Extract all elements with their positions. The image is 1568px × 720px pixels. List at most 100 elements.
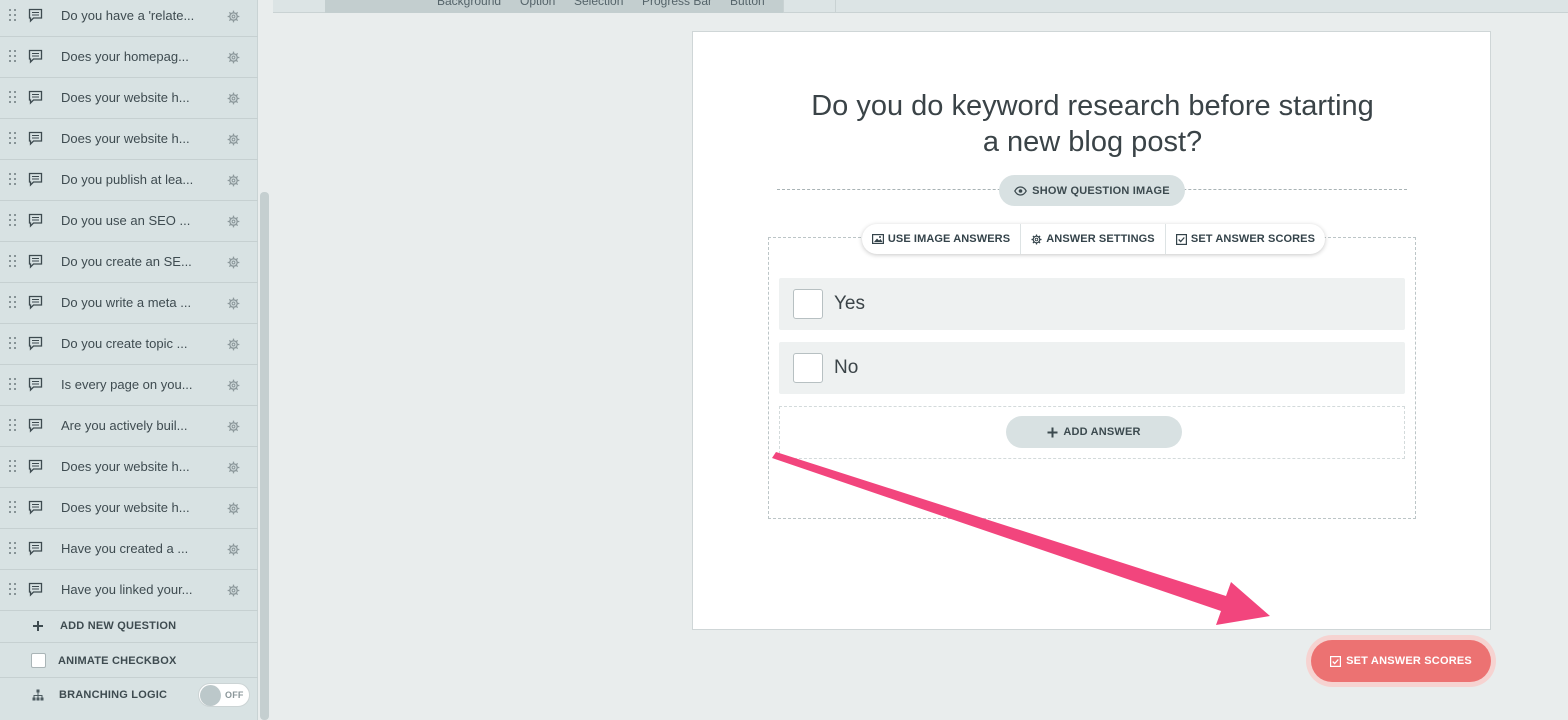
sidebar-question-item[interactable]: Does your homepag... <box>0 37 258 78</box>
question-title-line-2: a new blog post? <box>982 126 1203 158</box>
drag-handle-icon[interactable] <box>8 214 18 228</box>
speech-bubble-icon <box>28 90 43 105</box>
gear-icon[interactable] <box>227 10 240 23</box>
sidebar-question-item[interactable]: Does your website h... <box>0 447 258 488</box>
gear-icon[interactable] <box>227 338 240 351</box>
drag-handle-icon[interactable] <box>8 50 18 64</box>
image-icon <box>871 234 884 244</box>
show-question-image-label: SHOW QUESTION IMAGE <box>1032 184 1170 197</box>
sidebar-question-item[interactable]: Does your website h... <box>0 119 258 160</box>
tab-background[interactable]: Background <box>437 0 501 8</box>
gear-icon[interactable] <box>227 543 240 556</box>
drag-handle-icon[interactable] <box>8 419 18 433</box>
drag-handle-icon[interactable] <box>8 542 18 556</box>
add-answer-label: ADD ANSWER <box>1063 426 1141 438</box>
use-image-answers-button[interactable]: USE IMAGE ANSWERS <box>862 224 1020 254</box>
sidebar-question-item[interactable]: Is every page on you... <box>0 365 258 406</box>
set-answer-scores-floating-button[interactable]: SET ANSWER SCORES <box>1311 640 1491 682</box>
answer-checkbox[interactable] <box>793 289 823 319</box>
gear-icon[interactable] <box>227 461 240 474</box>
checkbox-check-icon <box>1175 233 1187 245</box>
drag-handle-icon[interactable] <box>8 337 18 351</box>
gear-icon[interactable] <box>227 51 240 64</box>
use-image-answers-label: USE IMAGE ANSWERS <box>887 233 1011 245</box>
gear-icon[interactable] <box>227 256 240 269</box>
gear-icon[interactable] <box>227 420 240 433</box>
speech-bubble-icon <box>28 500 43 515</box>
sidebar-question-item[interactable]: Do you have a 'relate... <box>0 0 258 37</box>
show-question-image-button[interactable]: SHOW QUESTION IMAGE <box>999 175 1185 206</box>
answer-label[interactable]: No <box>834 357 858 379</box>
tab-progress-bar[interactable]: Progress Bar <box>642 0 712 8</box>
sidebar-question-item[interactable]: Have you created a ... <box>0 529 258 570</box>
sidebar-question-item[interactable]: Do you publish at lea... <box>0 160 258 201</box>
set-answer-scores-floating-label: SET ANSWER SCORES <box>1346 655 1472 667</box>
gear-icon[interactable] <box>227 92 240 105</box>
sidebar-question-item[interactable]: Are you actively buil... <box>0 406 258 447</box>
eye-icon <box>1014 185 1028 196</box>
drag-handle-icon[interactable] <box>8 91 18 105</box>
gear-icon[interactable] <box>227 584 240 597</box>
question-sidebar: Do you have a 'relate... Does your homepa… <box>0 0 258 720</box>
drag-handle-icon[interactable] <box>8 173 18 187</box>
animate-checkbox-option[interactable]: ANIMATE CHECKBOX <box>0 644 258 678</box>
sidebar-question-label: Do you write a meta ... <box>61 295 192 310</box>
sidebar-question-item[interactable]: Does your website h... <box>0 488 258 529</box>
speech-bubble-icon <box>28 336 43 351</box>
speech-bubble-icon <box>28 213 43 228</box>
drag-handle-icon[interactable] <box>8 255 18 269</box>
tab-selection[interactable]: Selection <box>574 0 623 8</box>
speech-bubble-icon <box>28 541 43 556</box>
toggle-state-label: OFF <box>225 690 244 700</box>
drag-handle-icon[interactable] <box>8 9 18 23</box>
sidebar-question-label: Do you create an SE... <box>61 254 192 269</box>
branching-logic-label: BRANCHING LOGIC <box>59 689 168 701</box>
gear-icon[interactable] <box>227 174 240 187</box>
drag-handle-icon[interactable] <box>8 583 18 597</box>
sidebar-question-item[interactable]: Does your website h... <box>0 78 258 119</box>
answer-option[interactable]: Yes <box>779 278 1405 330</box>
sidebar-question-label: Do you have a 'relate... <box>61 8 195 23</box>
question-card: Do you do keyword research before starti… <box>692 31 1491 630</box>
add-new-question-label: ADD NEW QUESTION <box>60 619 177 632</box>
set-answer-scores-button[interactable]: SET ANSWER SCORES <box>1166 224 1325 254</box>
sidebar-question-item[interactable]: Have you linked your... <box>0 570 258 611</box>
drag-handle-icon[interactable] <box>8 501 18 515</box>
add-new-question-button[interactable]: ADD NEW QUESTION <box>0 609 258 643</box>
sidebar-question-label: Do you publish at lea... <box>61 172 194 187</box>
answer-option[interactable]: No <box>779 342 1405 394</box>
set-answer-scores-floating-halo: SET ANSWER SCORES <box>1306 635 1496 687</box>
add-answer-zone: ADD ANSWER <box>779 406 1405 459</box>
answer-checkbox[interactable] <box>793 353 823 383</box>
speech-bubble-icon <box>28 131 43 146</box>
tab-extra[interactable] <box>783 0 836 13</box>
speech-bubble-icon <box>28 377 43 392</box>
gear-icon[interactable] <box>227 215 240 228</box>
sidebar-question-label: Do you create topic ... <box>61 336 188 351</box>
drag-handle-icon[interactable] <box>8 378 18 392</box>
gear-icon[interactable] <box>227 297 240 310</box>
tab-option[interactable]: Option <box>520 0 555 8</box>
drag-handle-icon[interactable] <box>8 460 18 474</box>
speech-bubble-icon <box>28 254 43 269</box>
answer-settings-button[interactable]: ANSWER SETTINGS <box>1021 224 1165 254</box>
gear-icon[interactable] <box>227 379 240 392</box>
sidebar-question-item[interactable]: Do you create topic ... <box>0 324 258 365</box>
add-answer-button[interactable]: ADD ANSWER <box>1006 416 1182 448</box>
drag-handle-icon[interactable] <box>8 132 18 146</box>
sidebar-scrollbar[interactable] <box>260 192 269 720</box>
drag-handle-icon[interactable] <box>8 296 18 310</box>
sidebar-question-label: Do you use an SEO ... <box>61 213 191 228</box>
sitemap-icon <box>30 687 46 703</box>
sidebar-question-item[interactable]: Do you write a meta ... <box>0 283 258 324</box>
tab-button[interactable]: Button <box>730 0 765 8</box>
speech-bubble-icon <box>28 459 43 474</box>
sidebar-question-item[interactable]: Do you use an SEO ... <box>0 201 258 242</box>
gear-icon[interactable] <box>227 133 240 146</box>
sidebar-question-item[interactable]: Do you create an SE... <box>0 242 258 283</box>
branching-logic-toggle[interactable]: OFF <box>198 683 250 707</box>
question-title[interactable]: Do you do keyword research before starti… <box>723 88 1462 160</box>
gear-icon[interactable] <box>227 502 240 515</box>
animate-checkbox-input[interactable] <box>30 653 46 669</box>
answer-label[interactable]: Yes <box>834 293 865 315</box>
